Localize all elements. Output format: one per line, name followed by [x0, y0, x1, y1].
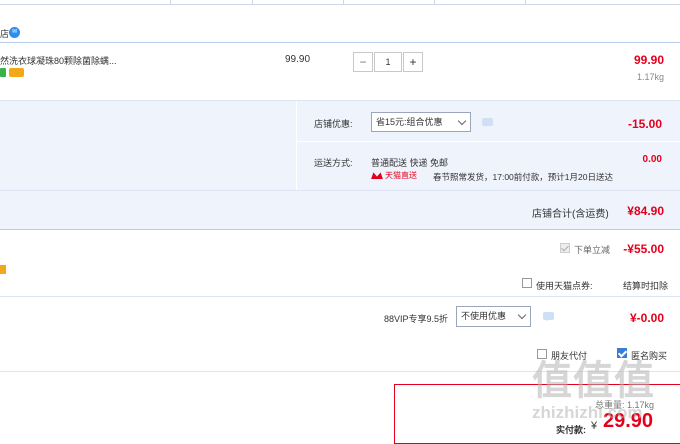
panel-divider	[296, 101, 297, 190]
message-icon[interactable]	[543, 312, 554, 321]
tmall-icon	[371, 172, 383, 180]
shop-discount-amount: -15.00	[627, 117, 662, 131]
chevron-down-icon	[457, 116, 467, 126]
shipping-note: 春节照常发货，17:00前付款，预计1月20日送达	[433, 172, 613, 182]
tmall-direct-badge: 天猫直送	[371, 171, 417, 181]
order-discount-amount: -¥55.00	[623, 242, 664, 256]
vip-discount-select[interactable]: 不使用优惠	[456, 306, 531, 327]
divider	[0, 229, 680, 230]
card-badge-icon	[9, 68, 24, 77]
shop-total-label: 店铺合计(含运费)	[532, 209, 609, 220]
shop-total-amount: ¥84.90	[627, 204, 664, 218]
service-badge-icon	[0, 68, 6, 77]
product-subtotal: 99.90	[633, 53, 664, 67]
tmall-points-label: 使用天猫点券:	[536, 281, 593, 291]
watermark-logo: 值值值	[532, 359, 655, 403]
chevron-down-icon	[517, 310, 527, 320]
order-discount-checkbox[interactable]	[560, 243, 570, 253]
tmall-badge-text: 天猫直送	[385, 171, 417, 180]
shop-discount-label: 店铺优惠:	[314, 119, 353, 129]
watermark-site: zhizhizhi.com	[532, 403, 643, 422]
divider	[0, 4, 680, 5]
shipping-method: 普通配送 快递 免邮	[371, 158, 449, 168]
vip-selected: 不使用优惠	[461, 311, 507, 321]
tmall-points-checkbox[interactable]	[522, 278, 532, 288]
shop-name[interactable]: 店	[0, 27, 9, 40]
vip-amount: ¥-0.00	[629, 311, 664, 325]
quantity-input[interactable]: 1	[374, 52, 402, 72]
vip-label: 88VIP专享9.5折	[384, 314, 449, 324]
product-weight: 1.17kg	[636, 72, 664, 82]
tmall-points-note: 结算时扣除	[622, 281, 668, 291]
divider	[0, 296, 680, 297]
message-icon[interactable]	[482, 118, 493, 127]
product-title[interactable]: 然洗衣球凝珠80颗除菌除螨...	[0, 54, 117, 67]
product-row	[0, 43, 680, 100]
order-discount-label: 下单立减	[574, 245, 611, 255]
shipping-label: 运送方式:	[314, 158, 353, 168]
wangwang-icon[interactable]: ✉	[9, 27, 20, 38]
pay-label: 实付款:	[556, 425, 586, 435]
shop-badge-icon	[0, 265, 6, 274]
quantity-minus-button[interactable]: −	[353, 52, 373, 72]
quantity-plus-button[interactable]: +	[403, 52, 423, 72]
shipping-amount: 0.00	[642, 154, 662, 165]
unit-price: 99.90	[285, 54, 311, 65]
shop-discount-select[interactable]: 省15元:组合优惠	[371, 112, 471, 132]
panel-separator	[297, 141, 680, 142]
shop-discount-selected: 省15元:组合优惠	[376, 117, 443, 127]
